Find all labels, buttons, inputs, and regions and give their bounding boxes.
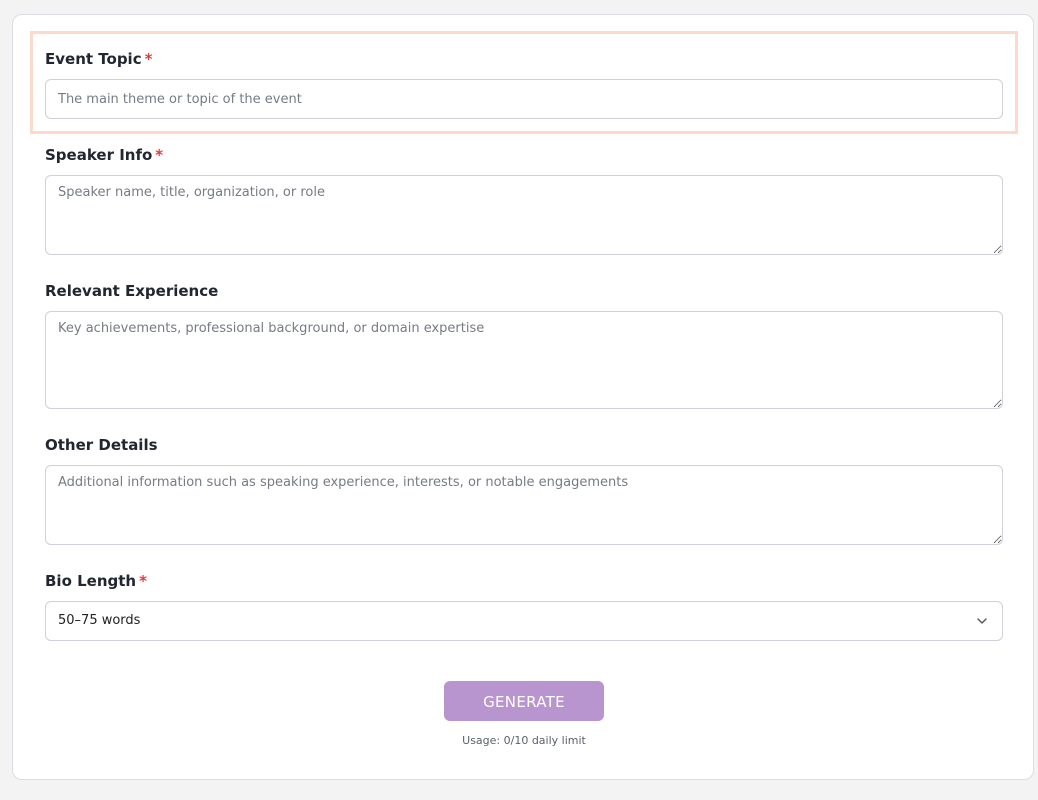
required-marker: * [144,50,153,68]
usage-counter: Usage: 0/10 daily limit [462,734,586,747]
event-topic-field: Event Topic * [45,49,1003,119]
bio-length-field: Bio Length * 50–75 words [45,571,1003,641]
other-details-label: Other Details [45,436,158,454]
event-topic-input[interactable] [45,79,1003,119]
event-topic-label: Event Topic * [45,49,1003,69]
bio-generator-form: Event Topic* Speaker Info* Relevant Expe… [12,14,1034,780]
bio-length-label: Bio Length * [45,571,1003,591]
chevron-down-icon [977,618,987,624]
relevant-experience-textarea[interactable] [45,311,1003,409]
speaker-info-label: Speaker Info * [45,145,1003,165]
event-topic-label-text: Event Topic [45,50,142,68]
bio-length-label-text: Bio Length [45,572,137,590]
generate-button[interactable]: GENERATE [444,681,604,721]
relevant-experience-label: Relevant Experience [45,282,219,300]
relevant-experience-field: Relevant Experience [45,281,1003,409]
speaker-info-field: Speaker Info * [45,145,1003,255]
other-details-field: Other Details [45,435,1003,545]
required-marker: * [139,572,147,590]
required-marker: * [155,146,164,164]
other-details-textarea[interactable] [45,465,1003,545]
bio-length-selected-value: 50–75 words [58,613,141,628]
bio-length-select[interactable]: 50–75 words [45,601,1003,641]
speaker-info-textarea[interactable] [45,175,1003,255]
speaker-info-label-text: Speaker Info [45,146,153,164]
